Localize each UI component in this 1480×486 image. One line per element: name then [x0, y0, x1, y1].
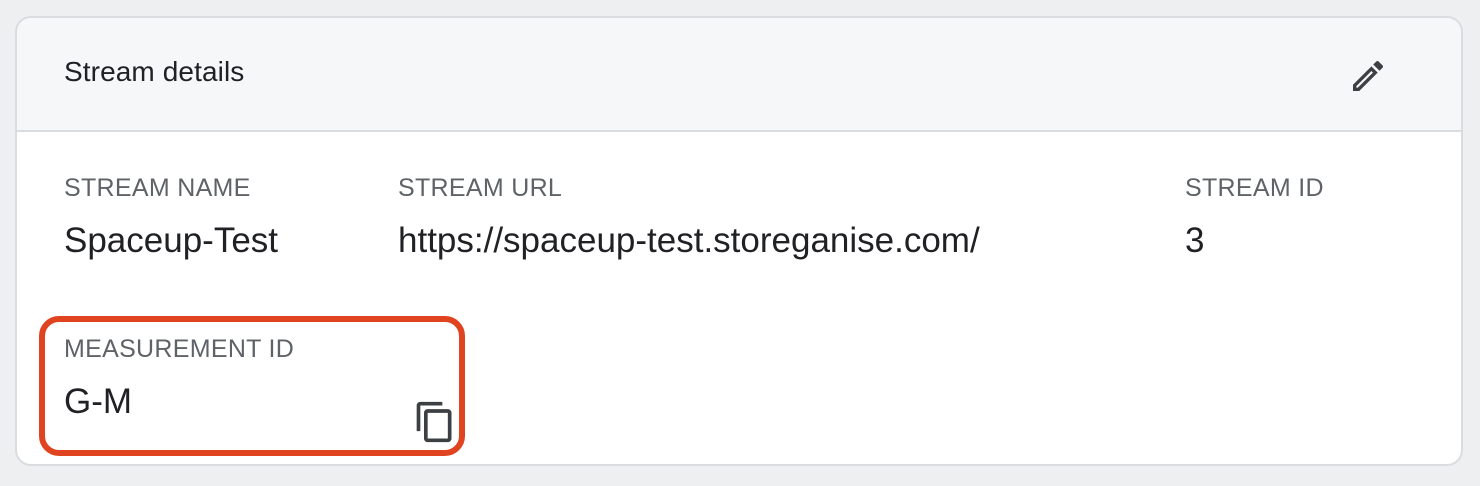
edit-button[interactable] [1344, 52, 1392, 100]
stream-name-value: Spaceup-Test [64, 221, 279, 260]
stream-id-field: STREAM ID 3 [1185, 174, 1324, 261]
card-title: Stream details [64, 56, 245, 87]
stream-url-value: https://spaceup-test.storeganise.com/ [398, 221, 980, 260]
stream-name-field: STREAM NAME Spaceup-Test [64, 174, 278, 261]
stream-name-label: STREAM NAME [64, 174, 251, 202]
card-header: Stream details [17, 18, 1461, 132]
pencil-icon [1353, 61, 1384, 91]
stream-id-label: STREAM ID [1185, 174, 1324, 202]
measurement-id-highlight [39, 316, 465, 456]
stream-id-value: 3 [1185, 221, 1205, 260]
stream-url-field: STREAM URL https://spaceup-test.storegan… [398, 174, 980, 261]
stream-url-label: STREAM URL [398, 174, 563, 202]
